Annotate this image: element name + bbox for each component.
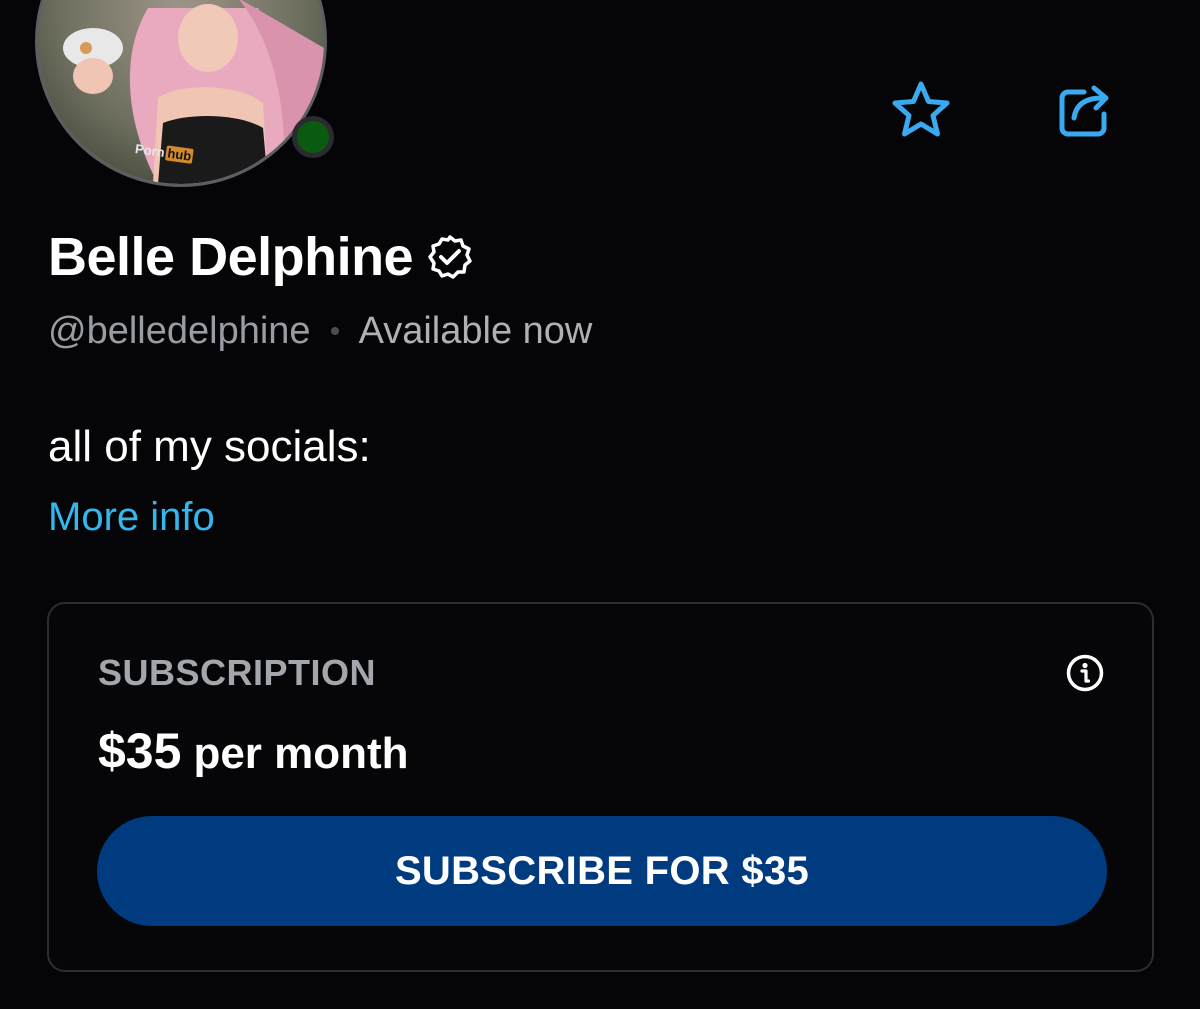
share-button[interactable]: [1054, 78, 1118, 142]
more-info-link[interactable]: More info: [48, 495, 215, 540]
verified-badge-icon: [428, 235, 472, 279]
avatar[interactable]: Pornhub: [35, 0, 327, 187]
share-icon: [1059, 85, 1109, 137]
subscribe-button[interactable]: SUBSCRIBE FOR $35: [97, 816, 1107, 926]
profile-page: Pornhub Belle Delphine @belledelphine Av…: [0, 0, 1200, 1009]
info-icon: [1066, 654, 1104, 692]
handle-row: @belledelphine Available now: [48, 306, 592, 356]
display-name: Belle Delphine: [48, 227, 414, 287]
availability-status: Available now: [358, 309, 593, 352]
price-row: $35 per month: [98, 722, 409, 780]
favorite-button[interactable]: [889, 78, 953, 142]
online-status-dot: [292, 116, 334, 158]
name-row: Belle Delphine: [48, 224, 473, 290]
separator-dot: [330, 327, 339, 335]
username-handle: @belledelphine: [48, 309, 311, 352]
subscription-label: SUBSCRIPTION: [98, 652, 377, 693]
avatar-container[interactable]: Pornhub: [35, 0, 334, 187]
star-icon: [892, 81, 950, 137]
subscription-card: SUBSCRIPTION $35 per month SUBSCRIBE FOR…: [47, 602, 1154, 972]
subscription-info-button[interactable]: [1065, 653, 1105, 693]
price-amount: $35: [98, 723, 182, 779]
bio-text: all of my socials:: [48, 422, 371, 471]
price-period: per month: [193, 729, 409, 778]
